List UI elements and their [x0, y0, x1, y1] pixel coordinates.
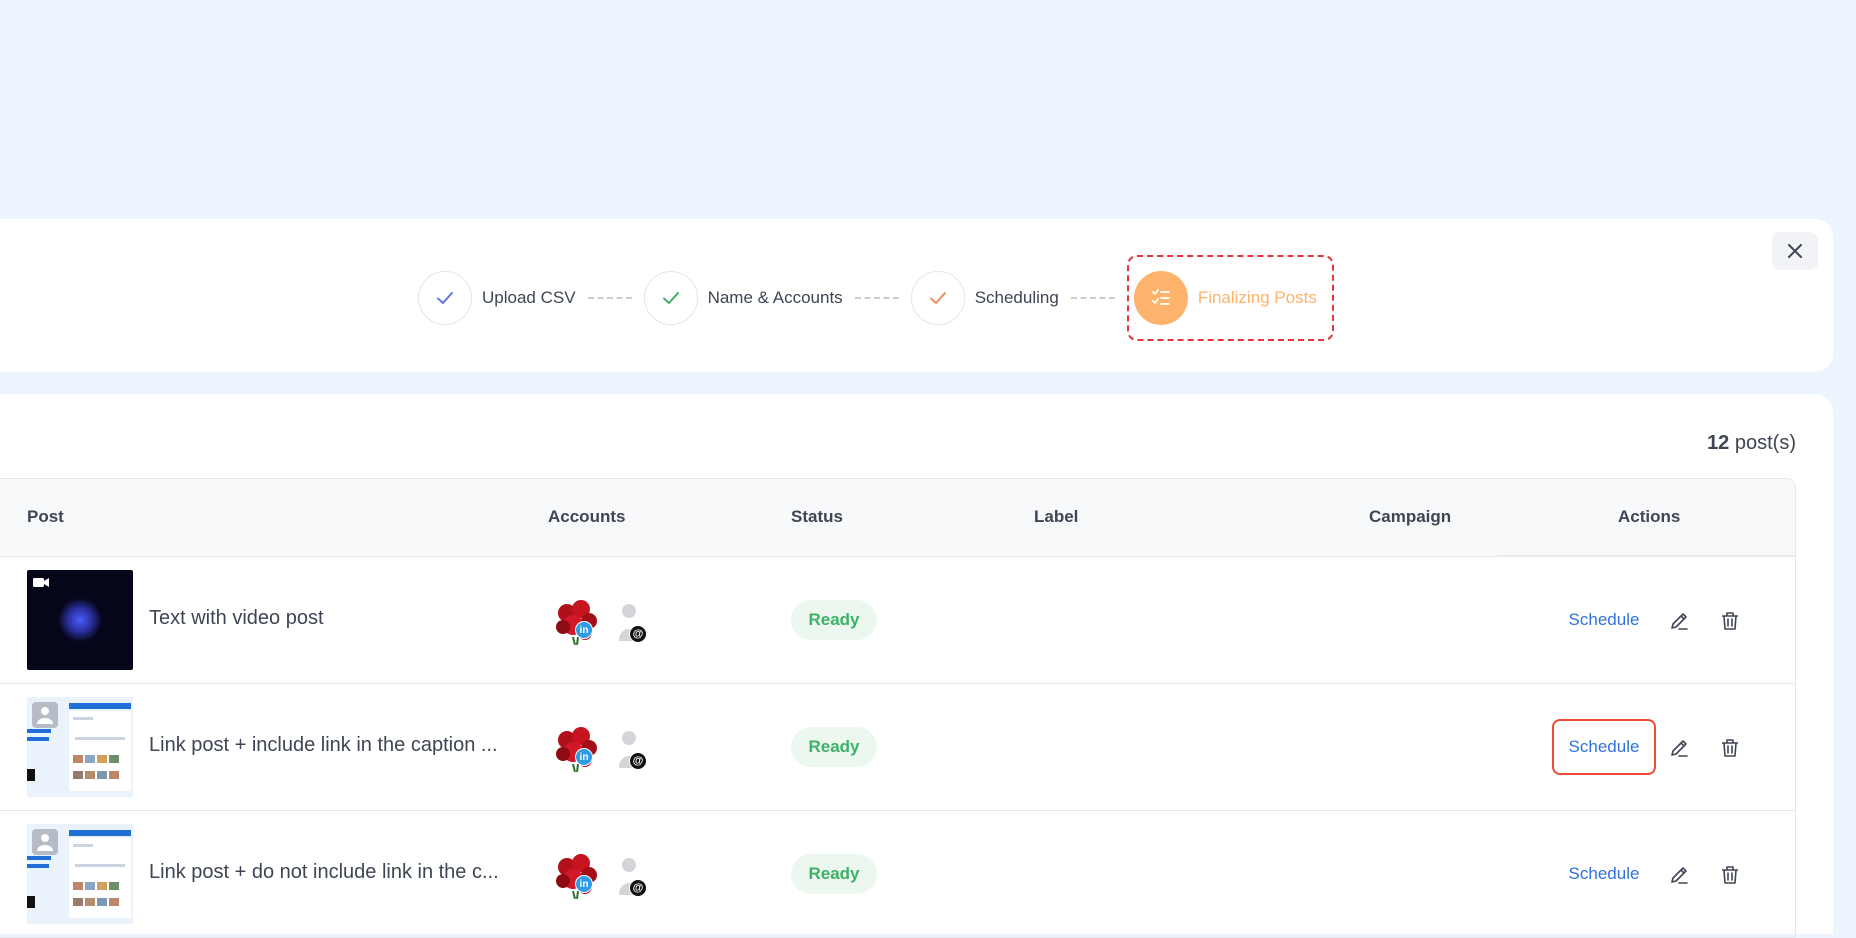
header-accounts: Accounts	[548, 507, 626, 526]
check-icon	[929, 292, 946, 304]
video-thumbnail-image	[27, 570, 133, 670]
step-upload-csv: Upload CSV	[418, 271, 576, 325]
post-count-number: 12	[1707, 432, 1730, 454]
step-circle	[1133, 271, 1188, 325]
post-caption: Link post + include link in the caption …	[149, 734, 498, 756]
pencil-icon	[1671, 613, 1688, 630]
threads-icon: @	[629, 752, 647, 770]
step-label: Finalizing Posts	[1197, 288, 1317, 307]
checklist-icon	[1151, 289, 1170, 305]
edit-button[interactable]	[1665, 607, 1693, 635]
schedule-button[interactable]: Schedule	[1552, 846, 1656, 902]
trash-icon	[1722, 739, 1738, 757]
close-button[interactable]	[1772, 232, 1818, 270]
trash-icon	[1722, 866, 1738, 884]
posts-table: Post Accounts Status Label Campaign Acti…	[0, 478, 1796, 938]
pencil-icon	[1671, 740, 1688, 757]
step-scheduling: Scheduling	[910, 271, 1059, 325]
link-preview-image	[27, 824, 133, 924]
step-connector	[587, 297, 632, 299]
link-preview-image	[27, 697, 133, 797]
step-finalizing-posts: Finalizing Posts	[1126, 255, 1334, 341]
step-label: Upload CSV	[482, 288, 576, 307]
status-badge: Ready	[791, 600, 877, 640]
delete-button[interactable]	[1716, 734, 1744, 762]
step-circle	[910, 271, 965, 325]
post-caption: Link post + do not include link in the c…	[149, 861, 499, 883]
post-thumbnail[interactable]	[27, 697, 133, 797]
table-row: Link post + include link in the caption …	[0, 684, 1795, 811]
table-row: Link post + do not include link in the c…	[0, 811, 1795, 937]
account-avatars: in @	[551, 595, 651, 655]
step-label: Name & Accounts	[707, 288, 843, 307]
header-campaign: Campaign	[1369, 507, 1452, 526]
step-connector	[1070, 297, 1115, 299]
table-header: Post Accounts Status Label Campaign Acti…	[0, 479, 1795, 557]
check-icon	[437, 292, 453, 304]
schedule-button[interactable]: Schedule	[1552, 592, 1656, 648]
threads-icon: @	[629, 625, 647, 643]
linkedin-icon: in	[575, 621, 593, 639]
post-thumbnail[interactable]	[27, 570, 133, 670]
trash-icon	[1722, 612, 1738, 630]
table-row: Text with video post in @ Ready Schedule	[0, 557, 1795, 684]
account-avatars: in @	[551, 849, 651, 909]
header-post: Post	[27, 507, 64, 526]
close-icon	[1788, 244, 1802, 258]
threads-icon: @	[629, 879, 647, 897]
header-label: Label	[1034, 507, 1079, 526]
status-badge: Ready	[791, 727, 877, 767]
pencil-icon	[1671, 867, 1688, 884]
step-label: Scheduling	[974, 288, 1059, 307]
step-connector	[854, 297, 899, 299]
post-count-suffix: post(s)	[1734, 432, 1796, 454]
linkedin-icon: in	[575, 748, 593, 766]
account-avatars: in @	[551, 722, 651, 782]
header-status: Status	[791, 507, 843, 526]
header-actions: Actions	[1618, 507, 1681, 526]
step-name-accounts: Name & Accounts	[643, 271, 843, 325]
step-circle	[418, 271, 472, 325]
rose-avatar	[551, 595, 601, 645]
step-circle	[643, 271, 698, 325]
rose-avatar	[551, 849, 601, 899]
delete-button[interactable]	[1716, 861, 1744, 889]
edit-button[interactable]	[1665, 734, 1693, 762]
post-thumbnail[interactable]	[27, 824, 133, 924]
post-count: 12 post(s)	[1707, 432, 1796, 455]
delete-button[interactable]	[1716, 607, 1744, 635]
stepper: Upload CSV Name & Accounts Scheduling Fi…	[418, 255, 1334, 341]
check-icon	[662, 292, 679, 304]
status-badge: Ready	[791, 854, 877, 894]
linkedin-icon: in	[575, 875, 593, 893]
edit-button[interactable]	[1665, 861, 1693, 889]
rose-avatar	[551, 722, 601, 772]
schedule-button[interactable]: Schedule	[1552, 719, 1656, 775]
post-caption: Text with video post	[149, 607, 324, 629]
